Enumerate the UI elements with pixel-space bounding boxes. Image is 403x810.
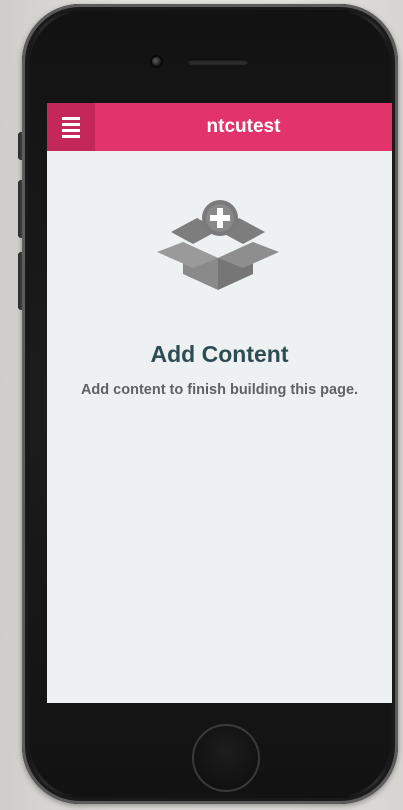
front-camera [152, 57, 161, 66]
home-button[interactable] [192, 724, 260, 792]
empty-state-title: Add Content [150, 341, 289, 367]
hamburger-menu-icon [62, 116, 80, 138]
phone-frame: ntcutest Add Content Add content to fini… [22, 4, 398, 804]
add-content-box-icon [157, 200, 279, 290]
menu-button[interactable] [47, 103, 95, 151]
app-screen: ntcutest Add Content Add content to fini… [47, 103, 392, 703]
earpiece-speaker [188, 59, 248, 65]
empty-state-description: Add content to finish building this page… [80, 382, 359, 398]
stage-background: ntcutest Add Content Add content to fini… [0, 0, 403, 810]
app-header: ntcutest [47, 103, 392, 151]
app-title: ntcutest [206, 116, 281, 137]
